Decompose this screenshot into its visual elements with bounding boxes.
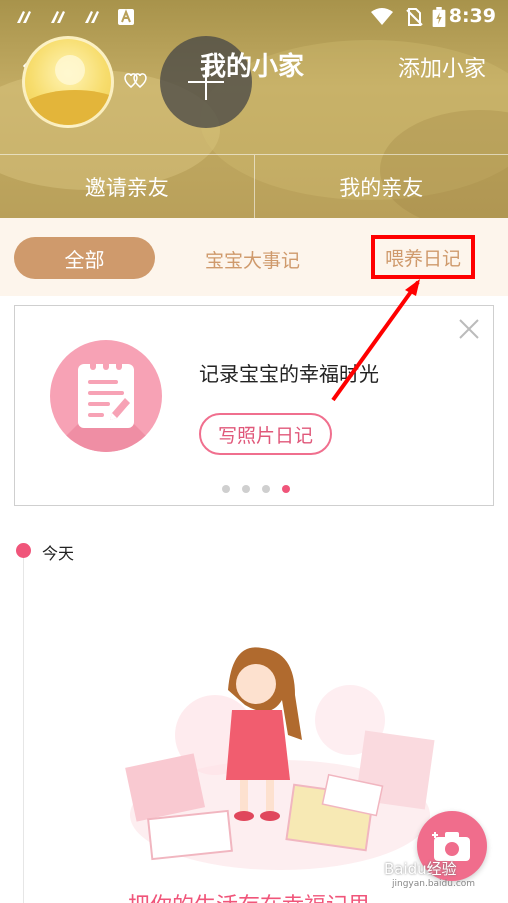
tab-feeding-diary[interactable]: 喂养日记: [385, 244, 461, 271]
notepad-line: [88, 413, 104, 417]
carousel-dot[interactable]: [262, 485, 270, 493]
no-sim-icon: [406, 8, 423, 26]
timeline-dot: [16, 543, 31, 558]
sand-shape: [25, 90, 111, 125]
notification-icon: [17, 11, 31, 23]
watermark-url: jingyan.baidu.com: [392, 879, 476, 889]
notification-icon: [51, 11, 65, 23]
notepad-ring: [116, 358, 122, 370]
notification-icon: [85, 11, 99, 23]
watermark-logo: Baidu经验: [384, 860, 457, 878]
timeline-line: [23, 558, 24, 903]
add-home-button[interactable]: 添加小家: [398, 51, 486, 83]
bottom-slogan: 把你的生活存在幸福记里: [128, 888, 370, 903]
write-photo-diary-button[interactable]: 写照片日记: [199, 413, 332, 455]
battery-icon: [432, 7, 446, 27]
promo-card: 记录宝宝的幸福时光 写照片日记: [14, 305, 494, 506]
clock: 8:39: [448, 5, 496, 27]
wifi-icon: [371, 8, 393, 25]
notepad-ring: [103, 358, 109, 370]
page-title: 我的小家: [200, 52, 305, 82]
notepad-icon: [78, 358, 134, 428]
empty-state-illustration: [125, 647, 435, 870]
hearts-icon: [124, 73, 147, 88]
close-icon[interactable]: [458, 318, 480, 340]
my-relatives-button[interactable]: 我的亲友: [253, 155, 508, 218]
home-avatar[interactable]: [22, 36, 114, 128]
carousel-dot[interactable]: [222, 485, 230, 493]
tab-bar: 全部 宝宝大事记 喂养日记: [0, 218, 508, 296]
a-icon: [118, 9, 134, 25]
highlight-box: 喂养日记: [371, 235, 475, 279]
sun-shape: [55, 55, 85, 85]
timeline-today-label: 今天: [42, 544, 75, 563]
pencil-icon: [110, 398, 130, 420]
card-message: 记录宝宝的幸福时光: [199, 362, 379, 386]
carousel-dot[interactable]: [242, 485, 250, 493]
notepad-line: [88, 380, 118, 384]
tab-all[interactable]: 全部: [14, 237, 155, 279]
carousel-dot-active[interactable]: [282, 485, 290, 493]
header-hero: 8:39 我的小家 添加小家 邀请亲友 我的亲友: [0, 0, 508, 218]
carousel-dots: [222, 485, 290, 493]
invite-relatives-button[interactable]: 邀请亲友: [0, 155, 254, 218]
status-bar: 8:39: [0, 0, 508, 34]
diary-illustration: [50, 340, 162, 452]
hero-actions: 邀请亲友 我的亲友: [0, 154, 508, 218]
tab-baby-events[interactable]: 宝宝大事记: [205, 246, 300, 273]
notepad-ring: [90, 358, 96, 370]
